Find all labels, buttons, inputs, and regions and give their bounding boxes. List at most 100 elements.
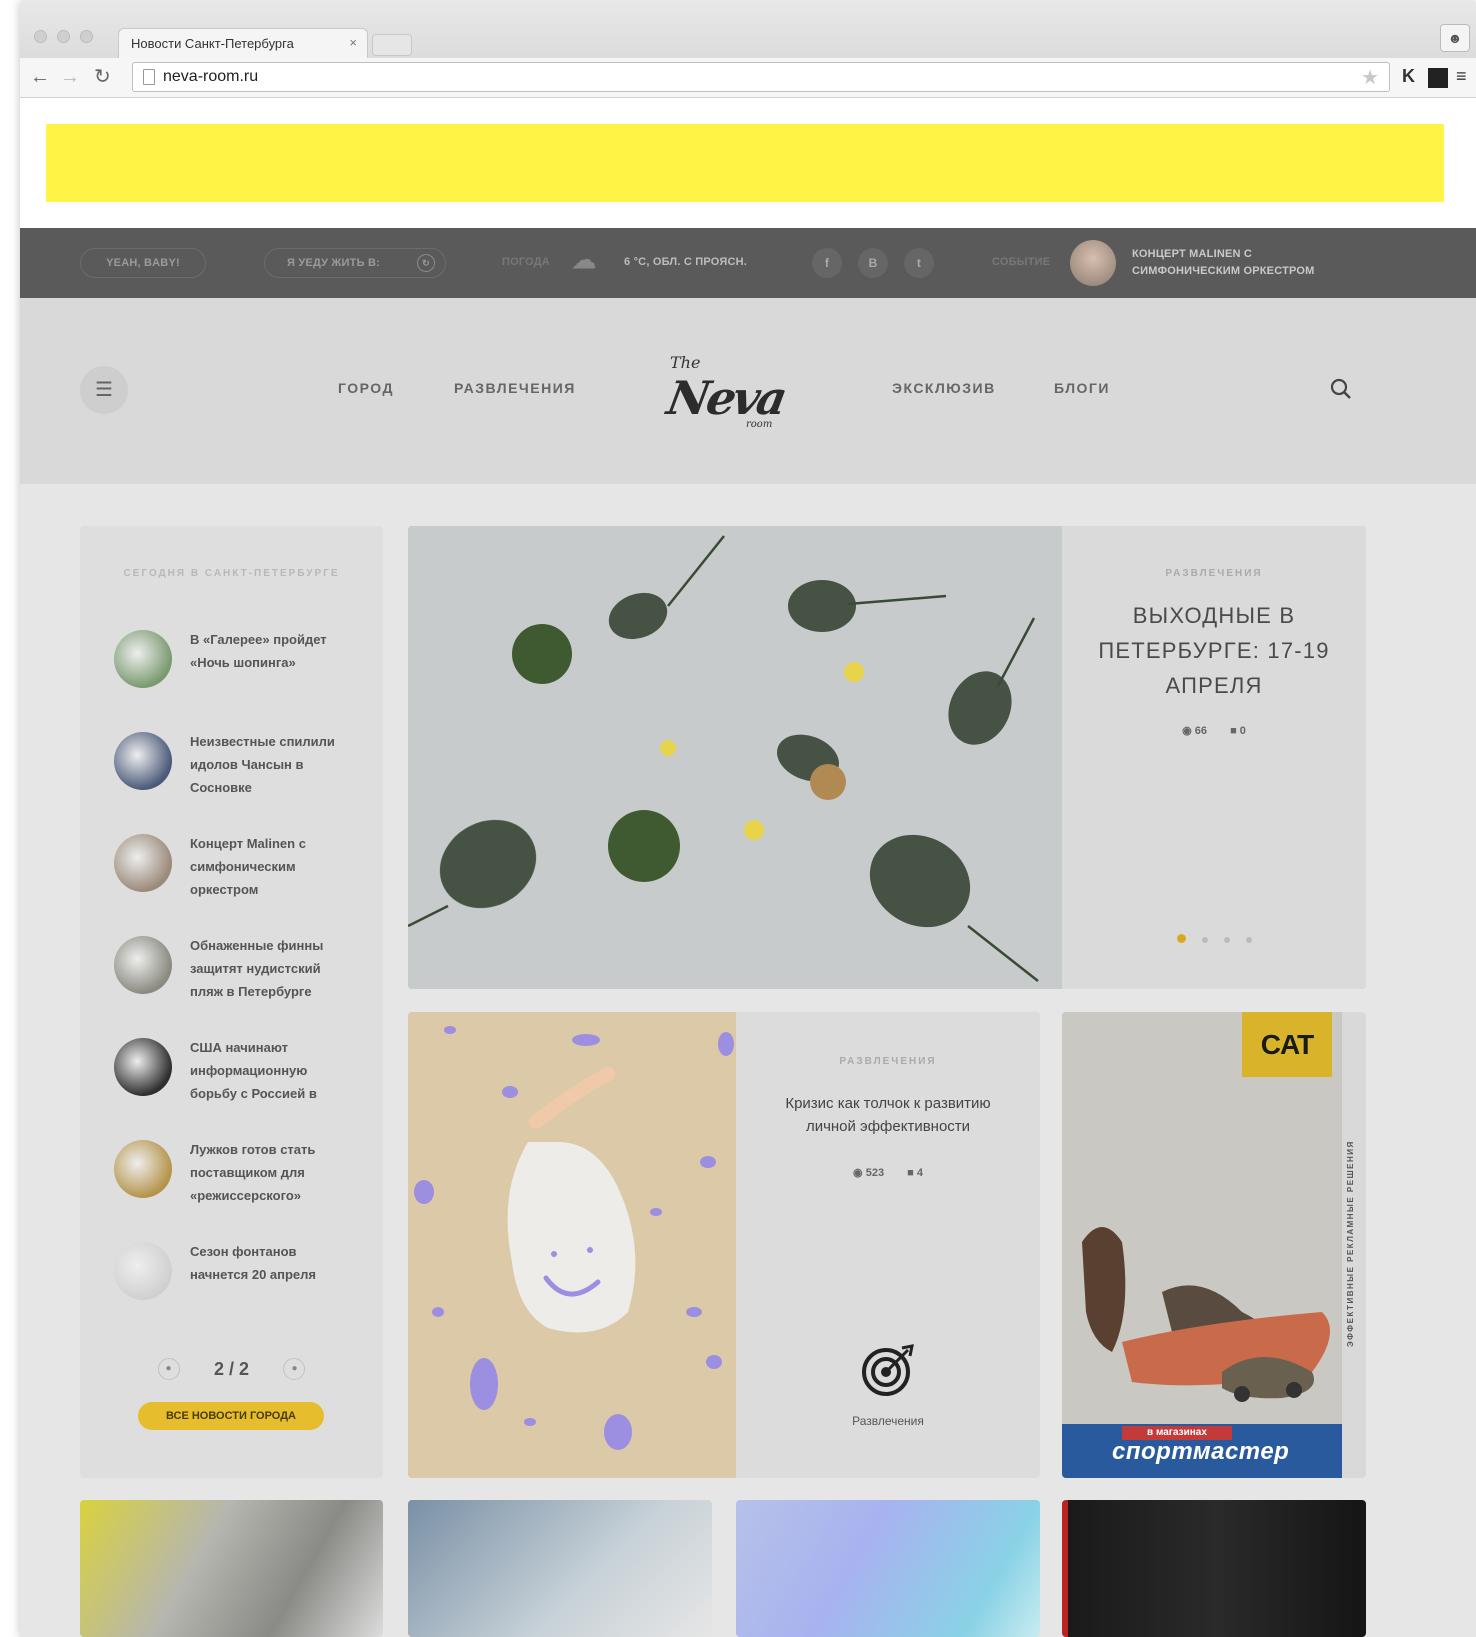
- bookmark-star-icon[interactable]: ★: [1361, 65, 1379, 90]
- city-news-item[interactable]: Лужков готов стать поставщиком для «режи…: [114, 1138, 354, 1228]
- reload-icon[interactable]: ↻: [94, 66, 111, 88]
- main-nav: ☰ ГОРОД РАЗВЛЕЧЕНИЯ The Neva room ЭКСКЛЮ…: [20, 298, 1476, 484]
- news-thumbnail[interactable]: [114, 834, 172, 892]
- cat-logo: CAT: [1242, 1012, 1332, 1077]
- nav-city[interactable]: ГОРОД: [338, 380, 394, 396]
- window-controls: [34, 30, 93, 43]
- article-image[interactable]: [408, 1012, 736, 1478]
- side-ad[interactable]: CAT в магазинах спортмастер ЭФФЕКТИВНЫЕ …: [1062, 1012, 1366, 1478]
- news-thumbnail[interactable]: [114, 732, 172, 790]
- ad-vertical-caption: ЭФФЕКТИВНЫЕ РЕКЛАМНЫЕ РЕШЕНИЯ: [1346, 1140, 1355, 1348]
- nav-exclusive[interactable]: ЭКСКЛЮЗИВ: [892, 380, 996, 396]
- news-thumbnail[interactable]: [114, 1038, 172, 1096]
- hero-text-panel: РАЗВЛЕЧЕНИЯ ВЫХОДНЫЕ В ПЕТЕРБУРГЕ: 17-19…: [1062, 526, 1366, 989]
- forward-arrow-icon[interactable]: →: [60, 66, 80, 88]
- news-headline[interactable]: Неизвестные спилили идолов Чансын в Сосн…: [190, 730, 350, 799]
- news-headline[interactable]: Сезон фонтанов начнется 20 апреля: [190, 1240, 350, 1286]
- news-thumbnail[interactable]: [114, 1140, 172, 1198]
- hero-views: 66: [1194, 725, 1207, 737]
- city-news-item[interactable]: США начинают информационную борьбу с Рос…: [114, 1036, 354, 1126]
- tab-close-icon[interactable]: ×: [349, 35, 357, 50]
- move-to-label: Я УЕДУ ЖИТЬ В:: [287, 257, 380, 269]
- logo-room: room: [746, 419, 773, 430]
- news-thumbnail[interactable]: [114, 630, 172, 688]
- bottom-card-2[interactable]: [408, 1500, 712, 1637]
- move-to-arrow-icon[interactable]: ↻: [417, 254, 435, 272]
- event-link[interactable]: КОНЦЕРТ MALINEN С СИМФОНИЧЕСКИМ ОРКЕСТРО…: [1132, 246, 1362, 280]
- logo-neva: Neva: [663, 371, 789, 425]
- slider-dot[interactable]: [1223, 937, 1230, 943]
- ad-image[interactable]: CAT в магазинах спортмастер: [1062, 1012, 1342, 1478]
- hero-card[interactable]: РАЗВЛЕЧЕНИЯ ВЫХОДНЫЕ В ПЕТЕРБУРГЕ: 17-19…: [408, 526, 1366, 989]
- tab-strip: Новости Санкт-Петербурга × ☻: [20, 0, 1476, 58]
- city-news-item[interactable]: Сезон фонтанов начнется 20 апреля: [114, 1240, 354, 1330]
- news-headline[interactable]: США начинают информационную борьбу с Рос…: [190, 1036, 350, 1105]
- menu-icon[interactable]: ≡: [1456, 66, 1467, 87]
- bottom-card-3[interactable]: [736, 1500, 1040, 1637]
- comments-icon: ■ 0: [1230, 725, 1246, 737]
- minimize-window-button[interactable]: [57, 30, 70, 43]
- search-icon[interactable]: [1330, 378, 1352, 406]
- nav-entertainment[interactable]: РАЗВЛЕЧЕНИЯ: [454, 380, 576, 396]
- close-window-button[interactable]: [34, 30, 47, 43]
- news-headline[interactable]: Обнаженные финны защитят нудистский пляж…: [190, 934, 350, 1003]
- news-thumbnail[interactable]: [114, 1242, 172, 1300]
- city-news-item[interactable]: Обнаженные финны защитят нудистский пляж…: [114, 934, 354, 1024]
- browser-tab[interactable]: Новости Санкт-Петербурга ×: [118, 28, 368, 58]
- city-news-panel: СЕГОДНЯ В САНКТ-ПЕТЕРБУРГЕ В «Галерее» п…: [80, 526, 383, 1478]
- hero-comments: 0: [1239, 725, 1246, 737]
- yeah-baby-pill[interactable]: YEAH, BABY!: [80, 248, 206, 278]
- city-news-item[interactable]: Концерт Malinen с симфоническим оркестро…: [114, 832, 354, 922]
- profile-icon[interactable]: ☻: [1440, 24, 1470, 52]
- hero-image[interactable]: [408, 526, 1062, 989]
- facebook-icon[interactable]: f: [812, 248, 842, 278]
- cloud-sun-icon: ☁: [572, 247, 597, 274]
- sportmaster-logo: спортмастер: [1112, 1438, 1290, 1465]
- article-text-panel: РАЗВЛЕЧЕНИЯ Кризис как толчок к развитию…: [736, 1012, 1040, 1478]
- slider-dot[interactable]: [1201, 937, 1208, 943]
- article-title[interactable]: Кризис как толчок к развитию личной эффе…: [762, 1092, 1014, 1138]
- next-page-icon[interactable]: ●: [283, 1358, 306, 1380]
- article-views: 523: [865, 1167, 885, 1179]
- all-city-news-button[interactable]: ВСЕ НОВОСТИ ГОРОДА: [138, 1402, 324, 1430]
- slider-dot[interactable]: [1176, 934, 1186, 943]
- move-to-pill[interactable]: Я УЕДУ ЖИТЬ В: ↻: [264, 248, 446, 278]
- new-tab-button[interactable]: [372, 34, 412, 56]
- yellow-ad-banner[interactable]: [46, 124, 1444, 202]
- city-news-item[interactable]: В «Галерее» пройдет «Ночь шопинга»: [114, 628, 354, 718]
- hero-category[interactable]: РАЗВЛЕЧЕНИЯ: [1062, 568, 1366, 579]
- browser-toolbar: ← → ↻ neva-room.ru ★ K ≡: [20, 58, 1476, 98]
- views-icon: ◉ 66: [1182, 725, 1207, 737]
- web-page: YEAH, BABY! Я УЕДУ ЖИТЬ В: ↻ ПОГОДА ☁ 6 …: [20, 98, 1476, 1637]
- site-logo[interactable]: The Neva room: [663, 353, 798, 438]
- article-rubric[interactable]: Развлечения: [736, 1414, 1040, 1428]
- browser-window: Новости Санкт-Петербурга × ☻ ← → ↻ neva-…: [20, 0, 1476, 1637]
- news-headline[interactable]: Концерт Malinen с симфоническим оркестро…: [190, 832, 350, 901]
- prev-page-icon[interactable]: ●: [157, 1358, 180, 1380]
- shoes-illustration: [1062, 1012, 1342, 1478]
- bottom-card-1[interactable]: [80, 1500, 383, 1637]
- twitter-icon[interactable]: t: [904, 248, 934, 278]
- burger-menu-icon[interactable]: ☰: [80, 366, 128, 414]
- extension-square-icon[interactable]: [1428, 68, 1448, 88]
- back-arrow-icon[interactable]: ←: [30, 66, 50, 88]
- event-label: СОБЫТИЕ: [992, 256, 1051, 268]
- news-thumbnail[interactable]: [114, 936, 172, 994]
- event-avatar[interactable]: [1070, 240, 1116, 286]
- article-card[interactable]: РАЗВЛЕЧЕНИЯ Кризис как толчок к развитию…: [408, 1012, 1040, 1478]
- slider-dots: [1062, 930, 1366, 948]
- weather-label: ПОГОДА: [502, 256, 550, 268]
- city-news-title: СЕГОДНЯ В САНКТ-ПЕТЕРБУРГЕ: [123, 568, 340, 579]
- slider-dot[interactable]: [1245, 937, 1252, 943]
- city-news-item[interactable]: Неизвестные спилили идолов Чансын в Сосн…: [114, 730, 354, 820]
- news-headline[interactable]: В «Галерее» пройдет «Ночь шопинга»: [190, 628, 350, 674]
- nav-blogs[interactable]: БЛОГИ: [1054, 380, 1110, 396]
- news-headline[interactable]: Лужков готов стать поставщиком для «режи…: [190, 1138, 350, 1207]
- address-bar[interactable]: neva-room.ru ★: [132, 62, 1390, 92]
- zoom-window-button[interactable]: [80, 30, 93, 43]
- hero-title[interactable]: ВЫХОДНЫЕ В ПЕТЕРБУРГЕ: 17-19 АПРЕЛЯ: [1082, 598, 1346, 703]
- vk-icon[interactable]: В: [858, 248, 888, 278]
- article-category[interactable]: РАЗВЛЕЧЕНИЯ: [736, 1056, 1040, 1067]
- extension-k-icon[interactable]: K: [1402, 66, 1415, 87]
- bottom-card-4[interactable]: [1062, 1500, 1366, 1637]
